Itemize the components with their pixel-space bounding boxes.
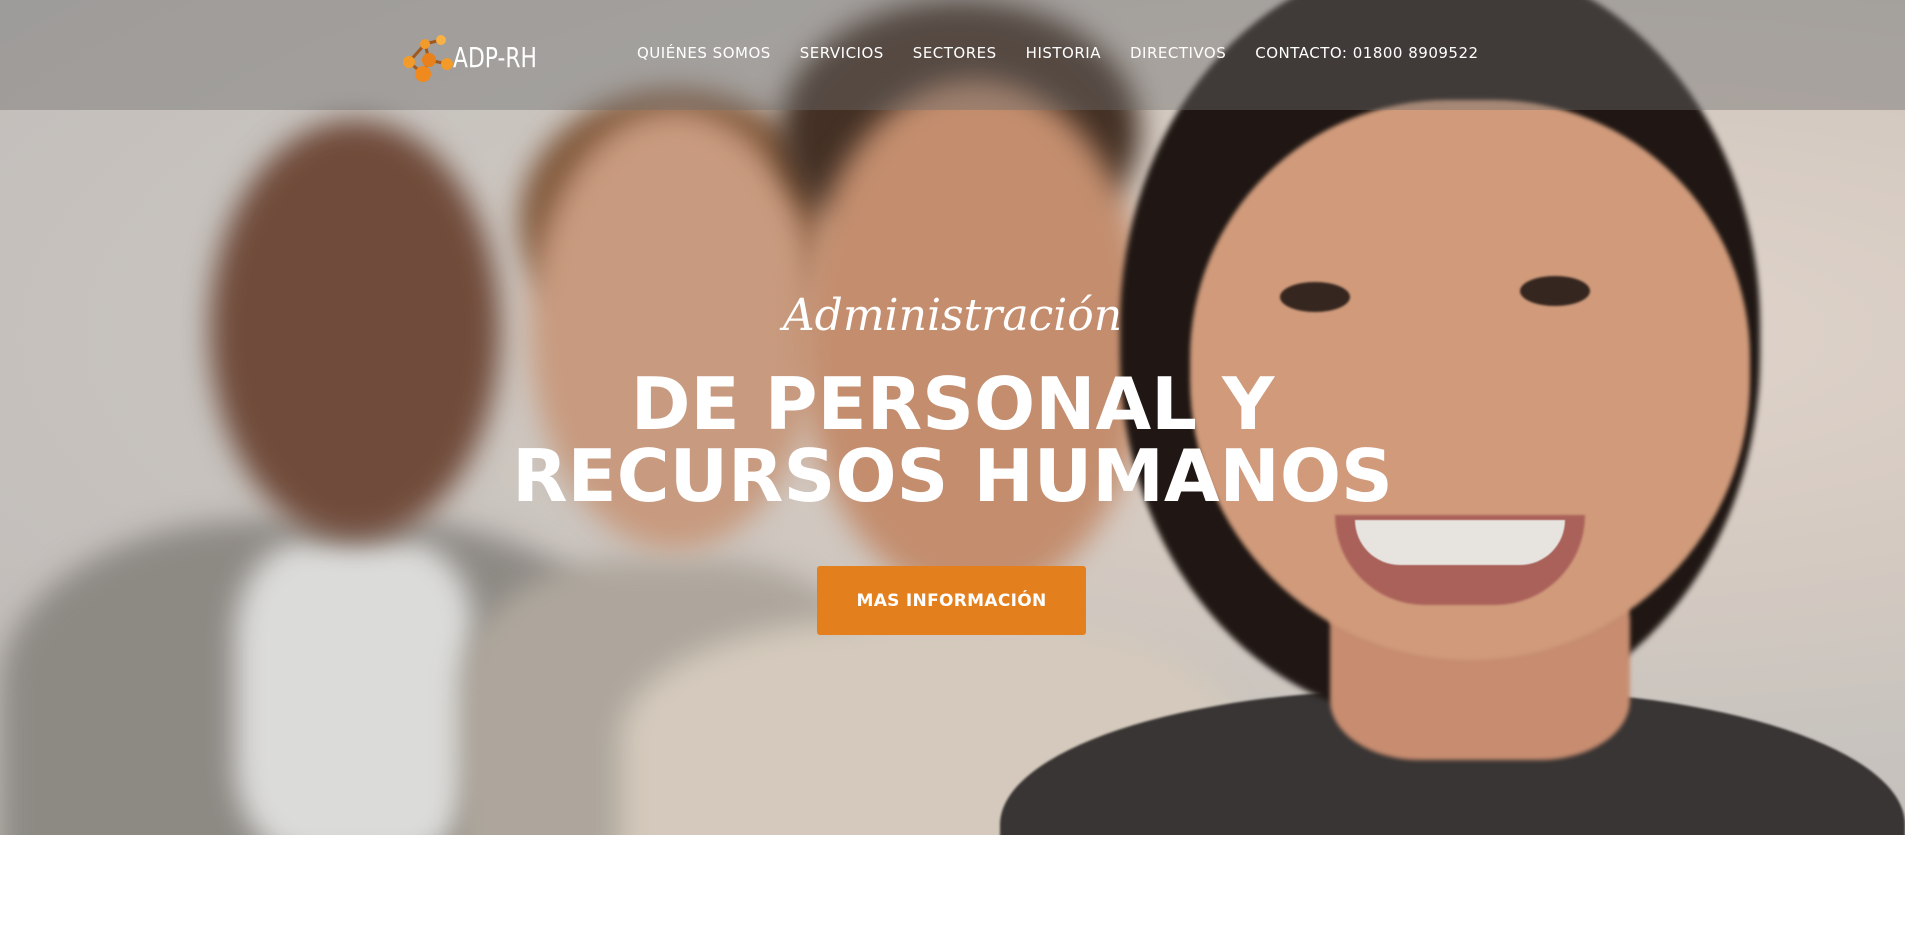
nav-item-directivos[interactable]: DIRECTIVOS bbox=[1130, 44, 1226, 62]
more-info-button[interactable]: MAS INFORMACIÓN bbox=[817, 566, 1086, 635]
top-navbar: ADP-RH QUIÉNES SOMOS SERVICIOS SECTORES … bbox=[0, 0, 1905, 110]
hero-subtitle: Administración bbox=[782, 290, 1123, 341]
brand-name: ADP-RH bbox=[453, 40, 537, 74]
hero-section: Administración DE PERSONAL Y RECURSOS HU… bbox=[0, 0, 1905, 835]
molecule-icon bbox=[403, 35, 453, 82]
nav-item-historia[interactable]: HISTORIA bbox=[1026, 44, 1101, 62]
hero-title-line: DE PERSONAL Y bbox=[630, 362, 1275, 446]
nav-item-contacto[interactable]: CONTACTO: 01800 8909522 bbox=[1255, 44, 1478, 62]
nav-item-sectores[interactable]: SECTORES bbox=[913, 44, 997, 62]
hero-title-line: RECURSOS HUMANOS bbox=[512, 434, 1393, 518]
nav-item-servicios[interactable]: SERVICIOS bbox=[800, 44, 884, 62]
logo-link[interactable]: ADP-RH bbox=[395, 30, 561, 84]
hero-title: DE PERSONAL Y RECURSOS HUMANOS bbox=[0, 368, 1905, 512]
main-nav: QUIÉNES SOMOS SERVICIOS SECTORES HISTORI… bbox=[637, 44, 1508, 62]
nav-item-quienes-somos[interactable]: QUIÉNES SOMOS bbox=[637, 44, 771, 62]
